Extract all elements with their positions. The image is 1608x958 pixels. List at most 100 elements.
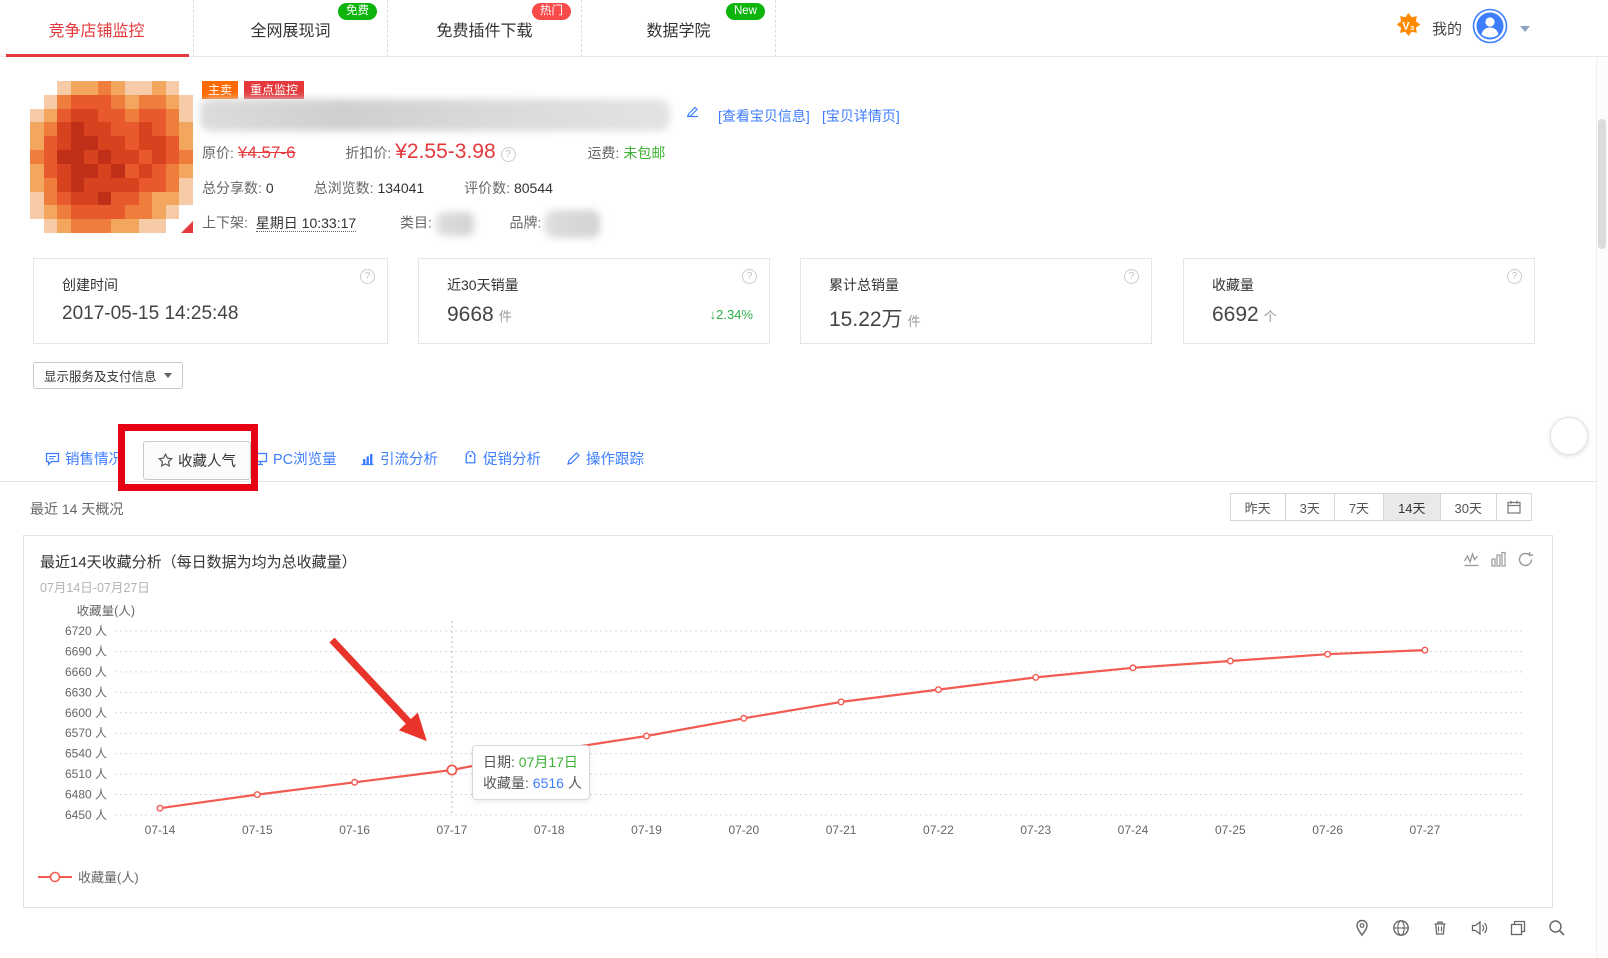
view-item-info-link[interactable]: [查看宝贝信息] xyxy=(718,106,810,126)
legend-label: 收藏量(人) xyxy=(78,870,139,885)
bar-chart-toggle-icon[interactable] xyxy=(1490,551,1507,568)
tab-sales[interactable]: 销售情况 xyxy=(45,448,123,469)
nav-tab-keywords[interactable]: 全网展现词 免费 xyxy=(194,0,388,57)
browser-icon[interactable] xyxy=(1390,917,1412,939)
nav-tab-label: 竞争店铺监控 xyxy=(48,22,145,40)
top-nav: 竞争店铺监控 全网展现词 免费 免费插件下载 热门 数据学院 New V₃ 我的 xyxy=(0,0,1608,57)
brand-label: 品牌: xyxy=(509,214,542,231)
period-14d-button[interactable]: 14天 xyxy=(1383,493,1441,521)
tab-label: 促销分析 xyxy=(483,452,541,468)
svg-text:V₃: V₃ xyxy=(1402,20,1414,32)
svg-text:6660 人: 6660 人 xyxy=(65,665,107,679)
trash-icon[interactable] xyxy=(1429,917,1451,939)
tooltip-date-label: 日期: xyxy=(483,754,515,770)
product-thumbnail[interactable] xyxy=(30,81,193,233)
analysis-tabs: 销售情况 收藏人气 PC浏览量 引流分析 促销分析 操作跟踪 xyxy=(0,440,1596,482)
scrollbar-track[interactable] xyxy=(1596,57,1608,958)
card-favorites: 收藏量 6692 个 ? xyxy=(1183,258,1535,344)
nav-tab-data-academy[interactable]: 数据学院 New xyxy=(582,0,776,57)
svg-text:6630 人: 6630 人 xyxy=(65,685,107,699)
svg-text:07-15: 07-15 xyxy=(242,823,273,837)
new-badge: New xyxy=(725,3,765,20)
refresh-icon[interactable] xyxy=(1517,551,1534,568)
recent-summary-label: 最近 14 天概况 xyxy=(30,501,124,517)
tab-traffic-analysis[interactable]: 引流分析 xyxy=(360,448,438,469)
card-title: 累计总销量 xyxy=(829,277,899,293)
category-redacted xyxy=(435,212,474,236)
card-help-icon[interactable]: ? xyxy=(1124,269,1139,284)
star-icon xyxy=(158,453,173,467)
my-account-link[interactable]: 我的 xyxy=(1432,18,1462,39)
floating-widget-button[interactable] xyxy=(1550,417,1588,455)
speaker-icon[interactable] xyxy=(1468,917,1490,939)
period-7d-button[interactable]: 7天 xyxy=(1333,493,1385,521)
card-value: 15.22万件 xyxy=(829,308,921,331)
svg-text:6540 人: 6540 人 xyxy=(65,747,107,761)
monitor-icon xyxy=(253,452,268,465)
account-dropdown-caret[interactable] xyxy=(1520,25,1530,32)
share-value: 0 xyxy=(265,180,274,196)
page: 竞争店铺监控 全网展现词 免费 免费插件下载 热门 数据学院 New V₃ 我的 xyxy=(0,0,1608,958)
period-30d-button[interactable]: 30天 xyxy=(1439,493,1497,521)
title-edit-icon xyxy=(686,106,699,124)
chat-icon xyxy=(45,452,60,466)
tab-promotion-analysis[interactable]: 促销分析 xyxy=(463,448,541,469)
tooltip-unit: 人 xyxy=(567,775,582,791)
svg-text:07-26: 07-26 xyxy=(1312,823,1343,837)
card-help-icon[interactable]: ? xyxy=(742,269,757,284)
card-unit: 件 xyxy=(907,314,921,329)
scrollbar-thumb[interactable] xyxy=(1598,119,1606,249)
discount-help-icon[interactable]: ? xyxy=(500,146,516,162)
tag-icon xyxy=(465,451,476,464)
card-title: 近30天销量 xyxy=(447,277,519,293)
svg-text:收藏量(人): 收藏量(人) xyxy=(77,605,135,618)
card-title: 收藏量 xyxy=(1212,277,1254,293)
show-service-payment-button[interactable]: 显示服务及支付信息 xyxy=(33,362,183,389)
card-value: 9668 件 xyxy=(447,303,512,326)
svg-text:07-21: 07-21 xyxy=(826,823,857,837)
key-monitor-tag: 重点监控 xyxy=(244,81,305,99)
free-badge: 免费 xyxy=(338,3,377,20)
tab-pc-views[interactable]: PC浏览量 xyxy=(253,448,337,469)
svg-text:07-14: 07-14 xyxy=(145,823,176,837)
shelf-label: 上下架: xyxy=(202,214,248,231)
card-help-icon[interactable]: ? xyxy=(360,269,375,284)
reviews-label: 评价数: xyxy=(464,180,510,196)
favorites-line-chart[interactable]: 收藏量(人) 6720 人 6690 人 6660 人 6630 人 6600 人 6570… xyxy=(23,605,1563,855)
item-detail-page-link[interactable]: [宝贝详情页] xyxy=(822,106,900,126)
tab-operation-tracking[interactable]: 操作跟踪 xyxy=(566,448,644,469)
svg-text:6450 人: 6450 人 xyxy=(65,808,107,822)
tooltip-date-value: 07月17日 xyxy=(518,754,578,770)
svg-text:07-16: 07-16 xyxy=(339,823,370,837)
chart-legend[interactable]: 收藏量(人) xyxy=(38,867,139,886)
svg-text:6570 人: 6570 人 xyxy=(65,726,107,740)
nav-tab-shop-monitor[interactable]: 竞争店铺监控 xyxy=(0,0,194,57)
svg-text:07-24: 07-24 xyxy=(1118,823,1149,837)
nav-tab-label: 免费插件下载 xyxy=(436,22,533,40)
svg-text:6720 人: 6720 人 xyxy=(65,624,107,638)
nav-account-area: V₃ 我的 xyxy=(1395,0,1530,57)
calendar-icon xyxy=(1507,500,1521,514)
discount-price-label: 折扣价: xyxy=(345,145,392,161)
card-total-sales: 累计总销量 15.22万件 ? xyxy=(800,258,1152,344)
nav-tab-plugin-download[interactable]: 免费插件下载 热门 xyxy=(388,0,582,57)
line-chart-toggle-icon[interactable] xyxy=(1463,551,1480,568)
card-help-icon[interactable]: ? xyxy=(1507,269,1522,284)
original-price-value: ¥4.57-6 xyxy=(237,143,296,162)
card-title: 创建时间 xyxy=(62,277,118,293)
share-label: 总分享数: xyxy=(202,180,262,196)
avatar[interactable] xyxy=(1472,8,1508,49)
search-icon[interactable] xyxy=(1546,917,1568,939)
window-restore-icon[interactable] xyxy=(1507,917,1529,939)
svg-text:07-23: 07-23 xyxy=(1020,823,1051,837)
category-label: 类目: xyxy=(399,214,432,231)
shelf-time-value[interactable]: 星期日 10:33:17 xyxy=(255,214,357,232)
bar-chart-icon xyxy=(361,453,374,465)
tab-favorites-popularity[interactable]: 收藏人气 xyxy=(143,441,251,480)
pin-icon[interactable] xyxy=(1351,917,1373,939)
period-3d-button[interactable]: 3天 xyxy=(1284,493,1335,521)
period-yesterday-button[interactable]: 昨天 xyxy=(1229,493,1286,521)
calendar-button[interactable] xyxy=(1496,493,1532,521)
share-view-review-row: 总分享数: 0 总浏览数: 134041 评价数: 80544 xyxy=(202,178,553,198)
card-delta: ↓2.34% xyxy=(709,307,753,322)
